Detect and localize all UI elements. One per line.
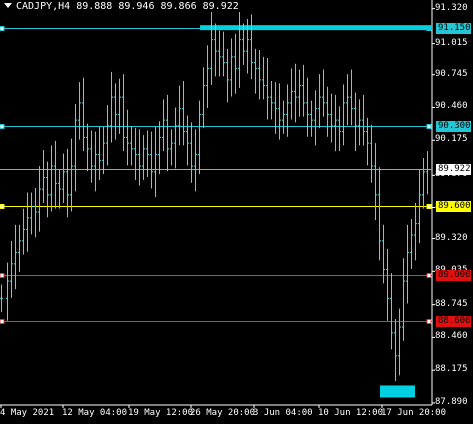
support-zone — [380, 385, 415, 398]
y-tick-label: 90.175 — [435, 134, 468, 145]
level-handle-right — [426, 124, 432, 129]
level-tag-support: 88.600 — [436, 316, 471, 327]
x-tick-label: 19 May 12:00 — [128, 408, 194, 418]
x-tick-label: 3 Jun 04:00 — [253, 408, 313, 418]
x-tick-label: 17 Jun 20:00 — [381, 408, 447, 418]
level-tag-current: 89.922 — [436, 164, 471, 175]
y-tick-label: 89.320 — [435, 232, 468, 243]
x-tick-label: 12 May 04:00 — [62, 408, 128, 418]
level-handle-left — [0, 319, 5, 324]
dropdown-triangle-icon[interactable] — [4, 3, 12, 8]
chart-title: CADJPY,H4 89.888 89.946 89.866 89.922 — [4, 1, 239, 12]
y-tick-label: 88.745 — [435, 298, 468, 309]
level-tag-resistance: 91.150 — [436, 23, 471, 34]
symbol-ohlc-label: CADJPY,H4 89.888 89.946 89.866 89.922 — [16, 1, 239, 12]
level-handle-right — [426, 319, 432, 324]
level-handle-left — [0, 26, 5, 31]
level-tag-support: 89.600 — [436, 201, 471, 212]
y-tick-label: 90.745 — [435, 68, 468, 79]
level-tag-resistance: 90.300 — [436, 121, 471, 132]
level-handle-right — [426, 204, 432, 209]
chart-canvas[interactable] — [0, 0, 473, 424]
level-tag-support: 89.000 — [436, 270, 471, 281]
x-tick-label: 26 May 20:00 — [190, 408, 256, 418]
y-tick-label: 87.890 — [435, 396, 468, 407]
level-handle-left — [0, 124, 5, 129]
resistance-zone — [200, 25, 432, 31]
x-tick-label: 4 May 2021 — [0, 408, 55, 418]
x-tick-label: 10 Jun 12:00 — [318, 408, 384, 418]
y-tick-label: 88.175 — [435, 364, 468, 375]
y-tick-label: 91.320 — [435, 2, 468, 13]
y-tick-label: 88.460 — [435, 331, 468, 342]
price-chart[interactable]: CADJPY,H4 89.888 89.946 89.866 89.922 91… — [0, 0, 473, 424]
level-handle-left — [0, 273, 5, 278]
y-tick-label: 90.460 — [435, 101, 468, 112]
level-handle-right — [426, 273, 432, 278]
level-handle-left — [0, 204, 5, 209]
y-tick-label: 91.015 — [435, 37, 468, 48]
